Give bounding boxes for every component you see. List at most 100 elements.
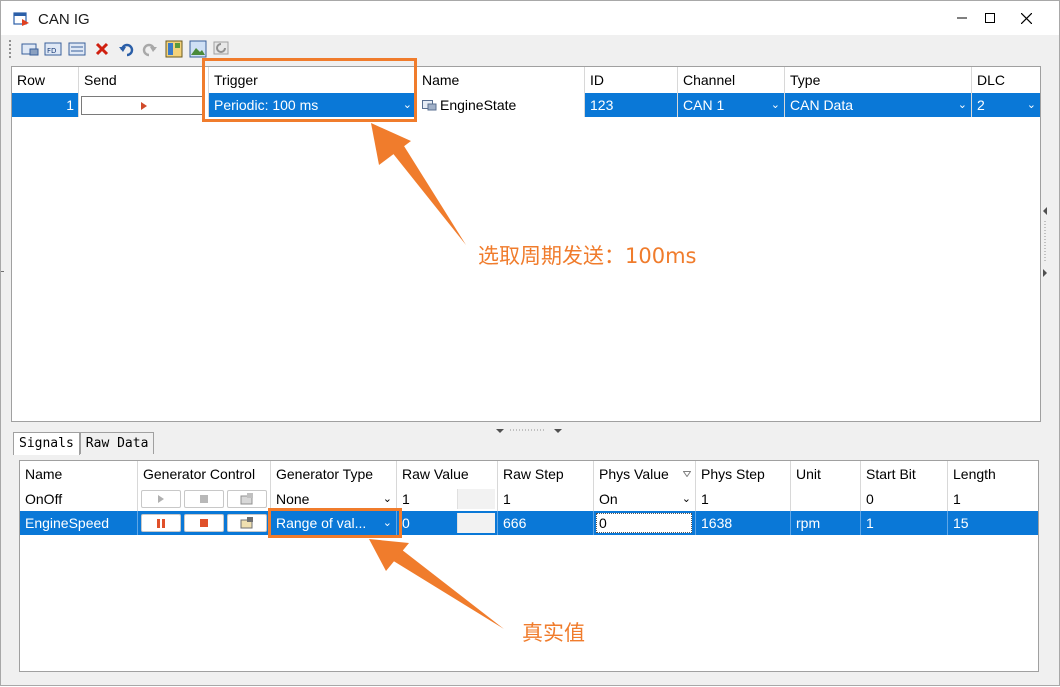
start-bit[interactable]: 0 [861, 487, 948, 511]
channel-select[interactable]: CAN 1 ⌄ [678, 93, 785, 117]
col-header-name[interactable]: Name [20, 461, 138, 487]
chevron-down-icon: ⌄ [1026, 99, 1036, 111]
raw-value: 0 [402, 515, 410, 531]
tab-signals[interactable]: Signals [13, 432, 80, 455]
id-cell[interactable]: 123 [585, 93, 678, 117]
undo-icon [118, 43, 133, 57]
dlc-select[interactable]: 2 ⌄ [972, 93, 1040, 117]
spin-buttons[interactable] [457, 489, 495, 509]
phys-step[interactable]: 1 [696, 487, 791, 511]
sort-indicator-icon [683, 471, 691, 477]
col-header-generator-control[interactable]: Generator Control [138, 461, 271, 487]
col-header-send[interactable]: Send [79, 67, 209, 93]
trigger-annotation-text: 选取周期发送：100ms [478, 244, 697, 268]
layout-button[interactable] [163, 39, 184, 59]
redo-button[interactable] [139, 39, 160, 59]
col-header-channel[interactable]: Channel [678, 67, 785, 93]
maximize-button[interactable] [975, 5, 1005, 31]
splitter-arrows-icon [1043, 207, 1047, 277]
refresh-button[interactable] [211, 39, 232, 59]
phys-step[interactable]: 1638 [696, 511, 791, 535]
settings-icon [240, 493, 253, 505]
toolbar-grip[interactable] [9, 40, 12, 58]
pause-generator-button[interactable] [141, 514, 181, 532]
image-button[interactable] [187, 39, 208, 59]
phys-value-edit-box[interactable] [596, 513, 692, 533]
type-select[interactable]: CAN Data ⌄ [785, 93, 972, 117]
phys-value-header-label: Phys Value [599, 466, 669, 482]
channel-value: CAN 1 [683, 97, 725, 113]
dlc-value: 2 [977, 97, 985, 113]
generator-settings-button[interactable] [227, 490, 267, 508]
start-bit[interactable]: 1 [861, 511, 948, 535]
stop-icon [200, 495, 208, 503]
maximize-icon [985, 13, 995, 23]
length[interactable]: 1 [948, 487, 1038, 511]
stop-icon [200, 519, 208, 527]
phys-value-select[interactable]: On ⌄ [594, 487, 696, 511]
trigger-highlight-box [202, 58, 417, 122]
col-header-phys-value[interactable]: Phys Value [594, 461, 696, 487]
spin-buttons[interactable] [457, 513, 495, 533]
svg-text:FD: FD [47, 47, 56, 55]
new-message-button[interactable] [19, 39, 40, 59]
message-row[interactable]: 1 Periodic: 100 ms ⌄ EngineState 123 CAN… [12, 93, 1040, 117]
edge-mark [1, 271, 4, 277]
send-button[interactable] [81, 96, 204, 115]
close-button[interactable] [1011, 5, 1041, 31]
tab-raw-data[interactable]: Raw Data [79, 432, 155, 454]
col-header-start-bit[interactable]: Start Bit [861, 461, 948, 487]
signal-table-header: Name Generator Control Generator Type Ra… [20, 461, 1038, 487]
generator-settings-button[interactable] [227, 514, 267, 532]
col-header-generator-type[interactable]: Generator Type [271, 461, 397, 487]
image-icon [189, 40, 206, 58]
length[interactable]: 15 [948, 511, 1038, 535]
signal-row-selected[interactable]: EngineSpeed Range of val... ⌄ 0 666 0 16… [20, 511, 1038, 535]
ig-message-icon [68, 42, 85, 56]
chevron-down-icon: ⌄ [770, 99, 780, 111]
new-message-icon [21, 43, 38, 56]
col-header-raw-step[interactable]: Raw Step [498, 461, 594, 487]
undo-button[interactable] [115, 39, 136, 59]
phys-value: 0 [599, 515, 607, 531]
ig-message-button[interactable] [67, 39, 88, 59]
minimize-button[interactable] [947, 5, 977, 31]
unit [791, 487, 861, 511]
col-header-row[interactable]: Row [12, 67, 79, 93]
col-header-raw-value[interactable]: Raw Value [397, 461, 498, 487]
signal-name: OnOff [20, 487, 138, 511]
title-bar: CAN IG [1, 1, 1059, 35]
can-ig-window: CAN IG FD Row Send Trigger Name ID Chann… [0, 0, 1060, 686]
col-header-length[interactable]: Length [948, 461, 1038, 487]
phys-value-input[interactable]: 0 [594, 511, 696, 535]
col-header-unit[interactable]: Unit [791, 461, 861, 487]
row-number: 1 [12, 93, 79, 117]
generator-type-highlight-box [268, 508, 402, 538]
value-annotation-text: 真实值 [522, 621, 585, 645]
horizontal-splitter-handle[interactable] [496, 422, 562, 433]
fd-message-button[interactable]: FD [43, 39, 64, 59]
unit: rpm [791, 511, 861, 535]
raw-value-input[interactable]: 1 [397, 487, 498, 511]
delete-button[interactable] [91, 39, 112, 59]
raw-value-input[interactable]: 0 [397, 511, 498, 535]
minimize-icon [957, 17, 967, 19]
type-value: CAN Data [790, 97, 854, 113]
col-header-phys-step[interactable]: Phys Step [696, 461, 791, 487]
splitter-arrows-icon [496, 429, 562, 433]
start-generator-button[interactable] [141, 490, 181, 508]
fd-message-icon: FD [44, 42, 61, 56]
col-header-id[interactable]: ID [585, 67, 678, 93]
settings-icon [240, 517, 253, 529]
raw-value: 1 [402, 491, 410, 507]
redo-icon [142, 43, 157, 57]
col-header-dlc[interactable]: DLC [972, 67, 1040, 93]
col-header-type[interactable]: Type [785, 67, 972, 93]
stop-generator-button[interactable] [184, 490, 224, 508]
raw-step[interactable]: 1 [498, 487, 594, 511]
raw-step[interactable]: 666 [498, 511, 594, 535]
stop-generator-button[interactable] [184, 514, 224, 532]
col-header-name[interactable]: Name [417, 67, 585, 93]
signal-row[interactable]: OnOff None ⌄ 1 1 On ⌄ 1 0 1 [20, 487, 1038, 511]
vertical-splitter-handle[interactable] [1042, 207, 1048, 277]
